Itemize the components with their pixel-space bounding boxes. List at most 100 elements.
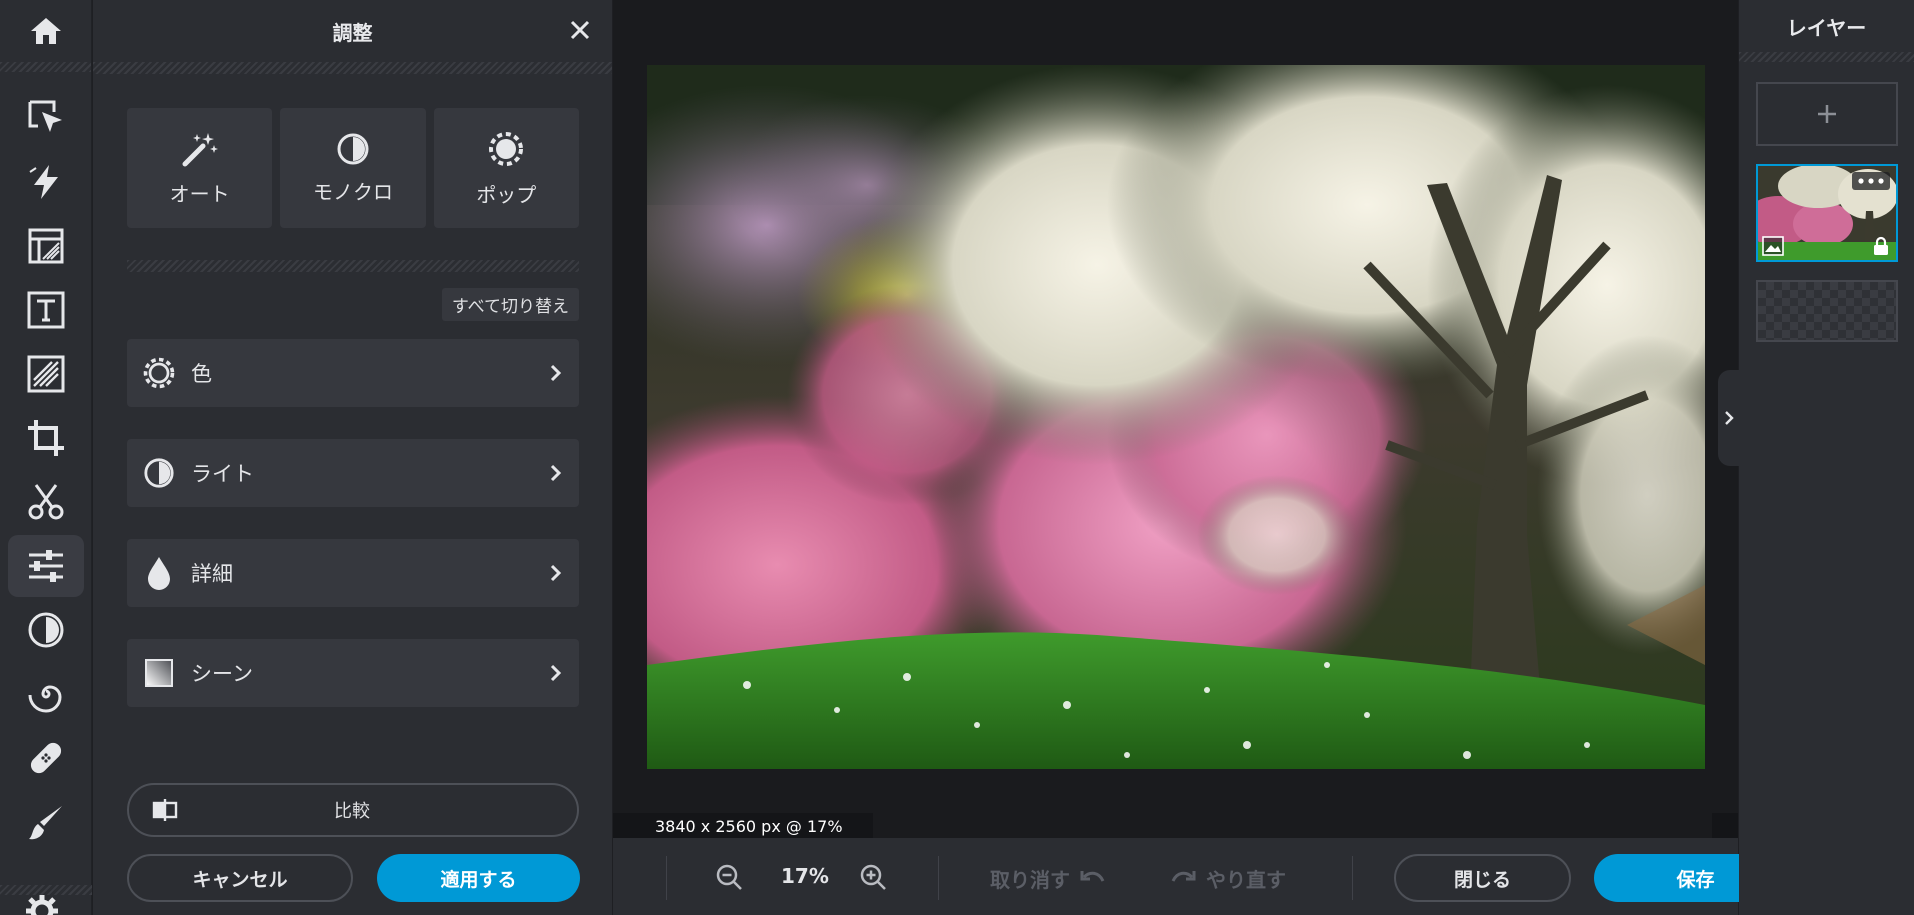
half-circle-icon — [28, 612, 63, 648]
chevron-right-icon — [550, 464, 562, 482]
redo-icon — [1171, 870, 1196, 882]
spiral-icon — [28, 685, 62, 713]
cancel-button[interactable]: キャンセル — [127, 854, 353, 902]
zoom-in-icon[interactable] — [859, 863, 887, 891]
tool-crop[interactable] — [8, 407, 84, 469]
section-light-label: ライト — [191, 462, 254, 486]
tool-effects[interactable] — [8, 663, 84, 725]
tool-draw[interactable] — [8, 791, 84, 853]
landscape-photo — [647, 65, 1705, 769]
redo-button[interactable]: やり直す — [1170, 864, 1286, 893]
tool-templates[interactable] — [8, 215, 84, 277]
preset-pop-label: ポップ — [476, 182, 537, 207]
toolbar-divider — [938, 856, 939, 900]
canvas-stage: 3840 x 2560 px @ 17% — [613, 0, 1738, 839]
plus-icon — [1818, 105, 1836, 123]
sun-icon — [489, 131, 524, 166]
collapse-layers-tab[interactable] — [1718, 370, 1740, 466]
undo-icon — [1080, 870, 1105, 882]
scissors-icon — [28, 484, 63, 520]
tool-retouch[interactable] — [8, 727, 84, 789]
preset-auto-label: オート — [169, 181, 230, 206]
chevron-right-icon — [1725, 411, 1734, 425]
brush-icon — [28, 806, 62, 840]
sliders-icon — [28, 550, 63, 582]
panel-title: 調整 — [332, 20, 373, 45]
home-icon — [30, 18, 61, 44]
lock-icon[interactable] — [1872, 236, 1890, 256]
tool-elements[interactable] — [8, 343, 84, 405]
section-light[interactable]: ライト — [127, 439, 579, 507]
half-circle-icon — [337, 133, 369, 164]
undo-label: 取り消す — [990, 868, 1070, 892]
layers-title: レイヤー — [1786, 15, 1867, 40]
toolbar-divider — [666, 856, 667, 900]
tool-filters[interactable] — [8, 599, 84, 661]
preset-buttons: オート モノクロ ポップ — [93, 74, 612, 228]
layout-icon — [28, 228, 63, 264]
stage-corner — [1712, 813, 1738, 839]
tool-cutout[interactable] — [8, 471, 84, 533]
rail-divider — [0, 62, 91, 72]
preset-mono-button[interactable]: モノクロ — [280, 108, 426, 228]
image-dimensions: 3840 x 2560 px @ 17% — [613, 813, 873, 839]
bandage-icon — [30, 742, 61, 774]
image-type-icon — [1762, 236, 1784, 256]
apply-button[interactable]: 適用する — [377, 854, 580, 902]
gradient-square-icon — [145, 659, 173, 687]
layers-panel: レイヤー — [1739, 0, 1914, 915]
close-icon — [570, 20, 590, 40]
select-arrow-icon — [28, 100, 62, 132]
tool-quick-effects[interactable] — [8, 151, 84, 213]
tool-select[interactable] — [8, 87, 84, 149]
tool-rail — [0, 0, 92, 915]
pattern-square-icon — [27, 355, 64, 393]
section-color-label: 色 — [191, 362, 212, 386]
chevron-right-icon — [550, 564, 562, 582]
editor-app: 調整 オート モノクロ ポップ すべて切り替え 色 ライト 詳細 シーン 比較 … — [0, 0, 1914, 915]
preset-mono-label: モノクロ — [312, 179, 393, 204]
droplet-icon — [148, 557, 170, 590]
compare-button[interactable]: 比較 — [127, 783, 579, 837]
add-layer-button[interactable] — [1756, 82, 1898, 146]
text-icon — [27, 291, 64, 329]
more-dots-icon — [1858, 178, 1884, 184]
sun-icon — [143, 357, 175, 389]
redo-label: やり直す — [1206, 868, 1286, 892]
toggle-all-button[interactable]: すべて切り替え — [441, 288, 579, 321]
section-details-label: 詳細 — [191, 562, 233, 586]
home-button[interactable] — [0, 0, 91, 62]
canvas-image[interactable] — [647, 65, 1705, 769]
half-circle-icon — [144, 458, 174, 488]
zoom-level: 17% — [781, 864, 829, 888]
crop-icon — [27, 420, 64, 456]
bottom-toolbar: 17% 取り消す やり直す 閉じる 保存 — [613, 838, 1797, 915]
adjust-panel: 調整 オート モノクロ ポップ すべて切り替え 色 ライト 詳細 シーン 比較 … — [93, 0, 612, 915]
panel-divider — [93, 62, 612, 74]
preset-pop-button[interactable]: ポップ — [433, 108, 579, 228]
preset-auto-button[interactable]: オート — [127, 108, 273, 228]
chevron-right-icon — [550, 664, 562, 682]
section-color[interactable]: 色 — [127, 339, 579, 407]
section-divider — [127, 260, 579, 272]
section-scene[interactable]: シーン — [127, 639, 579, 707]
gear-icon[interactable] — [24, 893, 60, 915]
toolbar-divider — [1352, 856, 1353, 900]
tool-adjust[interactable] — [7, 535, 84, 597]
section-details[interactable]: 詳細 — [127, 539, 579, 607]
layers-divider — [1739, 52, 1914, 62]
magic-wand-icon — [182, 132, 218, 166]
close-panel-button[interactable] — [564, 14, 596, 46]
layer-options-button[interactable] — [1852, 172, 1890, 190]
panel-header: 調整 — [93, 0, 612, 62]
tool-text[interactable] — [8, 279, 84, 341]
compare-label: 比較 — [334, 801, 370, 822]
section-scene-label: シーン — [191, 662, 253, 686]
layer-item-background[interactable] — [1756, 280, 1898, 342]
layer-item-image[interactable] — [1756, 164, 1898, 262]
compare-icon — [152, 799, 178, 821]
lightning-icon — [28, 165, 58, 199]
zoom-out-icon[interactable] — [715, 863, 743, 891]
undo-button[interactable]: 取り消す — [990, 864, 1106, 893]
close-document-button[interactable]: 閉じる — [1394, 854, 1571, 902]
